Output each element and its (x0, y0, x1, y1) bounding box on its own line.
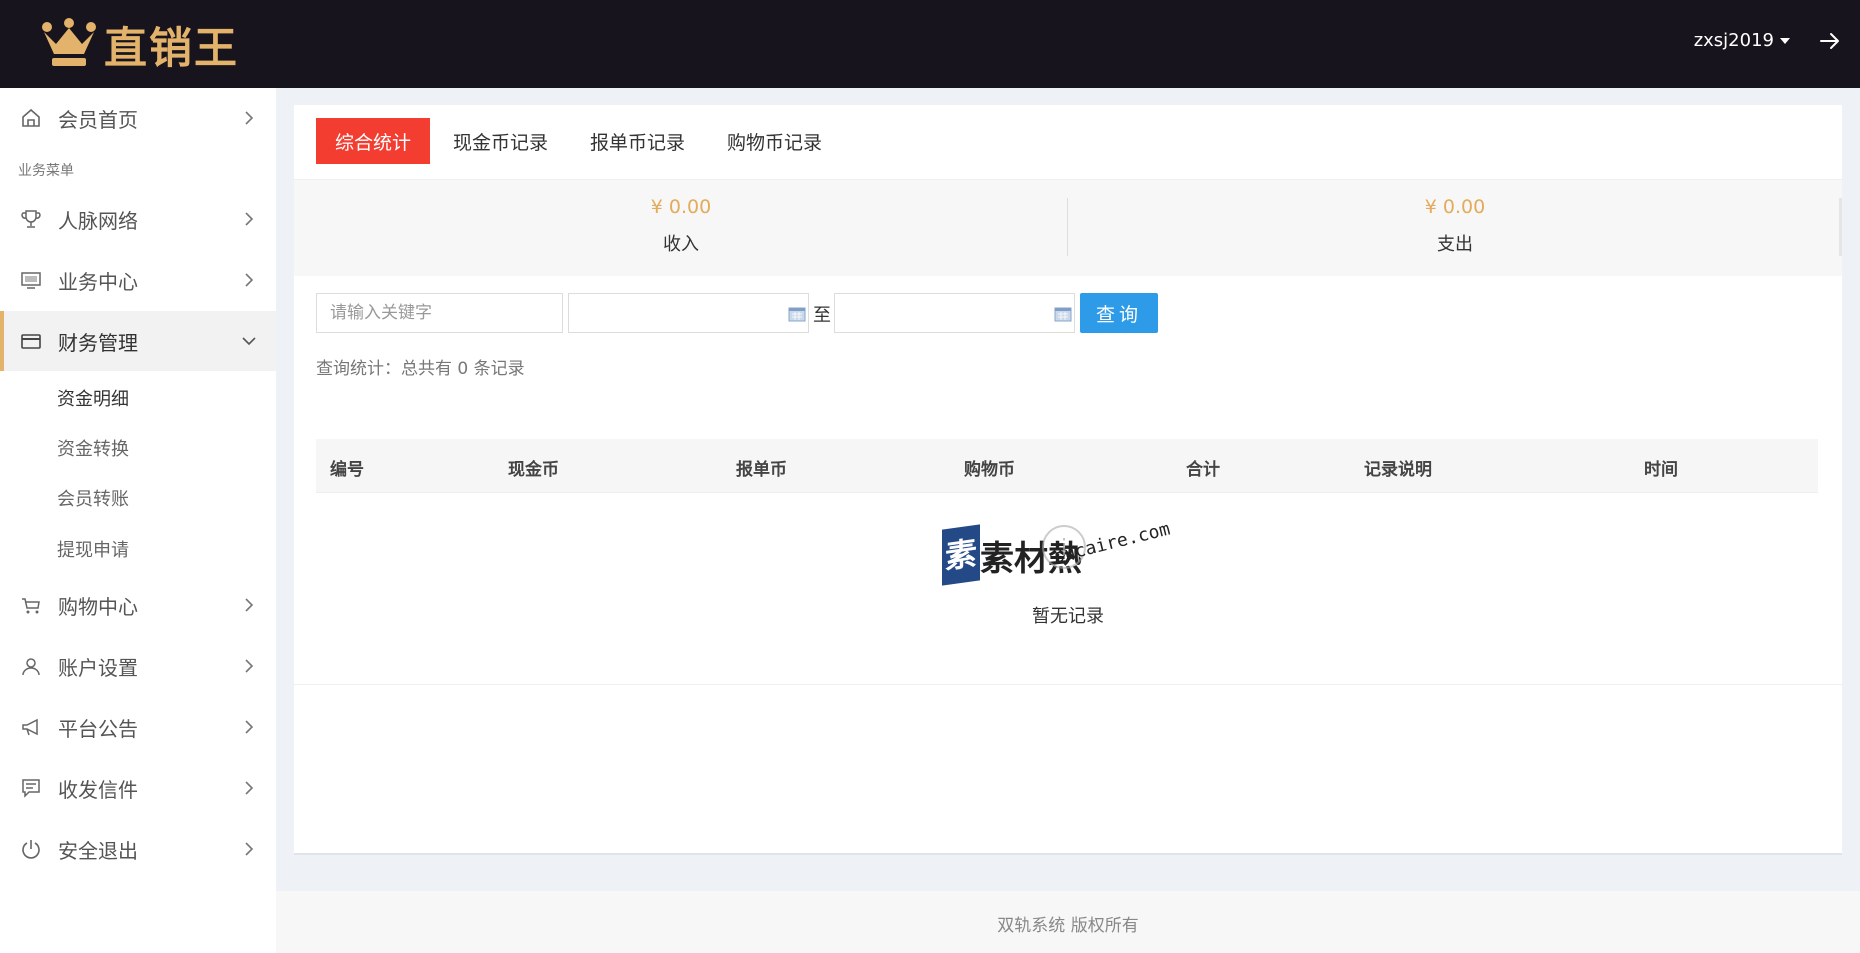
chevron-down-icon (242, 337, 256, 346)
megaphone-icon (22, 718, 38, 736)
query-button[interactable]: 查询 (1080, 293, 1158, 333)
sidebar-item-label: 业务中心 (58, 269, 138, 294)
sidebar-item-business[interactable]: 业务中心 (0, 250, 276, 310)
stats-bar: ¥ 0.00 收入 ¥ 0.00 支出 (294, 180, 1842, 276)
sidebar-subitem-member-transfer[interactable]: 会员转账 (57, 485, 129, 511)
power-icon (22, 840, 40, 859)
user-menu[interactable]: zxsj2019 (1694, 30, 1790, 51)
chevron-right-icon (245, 273, 254, 287)
sidebar-subitem-fund-detail[interactable]: 资金明细 (57, 385, 129, 411)
expense-label: 支出 (1437, 234, 1473, 255)
sidebar-item-messages[interactable]: 收发信件 (0, 758, 276, 818)
sidebar-item-label: 平台公告 (58, 716, 138, 741)
income-amount: ¥ 0.00 (650, 196, 712, 218)
watermark: 素 素材熱 i sucaire.com (942, 518, 1182, 593)
logo[interactable]: 直销王 (40, 16, 239, 74)
empty-state-text: 暂无记录 (1032, 606, 1104, 627)
expense-amount: ¥ 0.00 (1424, 196, 1486, 218)
chevron-right-icon (245, 720, 254, 734)
sidebar-item-home[interactable]: 会员首页 (0, 88, 276, 148)
column-header: 时间 (1644, 460, 1678, 480)
monitor-icon (21, 272, 41, 289)
cart-icon (22, 598, 40, 614)
sidebar-item-label: 会员首页 (58, 107, 138, 132)
sidebar-item-label: 收发信件 (58, 777, 138, 802)
top-bar: 直销王 zxsj2019 (0, 0, 1860, 88)
logo-text: 直销王 (104, 24, 239, 74)
sidebar-item-label: 财务管理 (58, 330, 138, 355)
arrow-right-icon[interactable] (1818, 29, 1842, 53)
filter-bar: 至 查询 (294, 293, 1842, 333)
tab-order-records[interactable]: 报单币记录 (571, 118, 704, 164)
caret-down-icon (1780, 37, 1790, 44)
crown-icon (42, 18, 96, 66)
calendar-icon[interactable] (788, 306, 806, 322)
column-header: 编号 (330, 460, 364, 480)
column-header: 报单币 (736, 460, 787, 480)
income-stat: ¥ 0.00 收入 (294, 196, 1068, 256)
chevron-right-icon (245, 111, 254, 125)
end-date-input[interactable] (834, 293, 1075, 333)
section-title: 业务菜单 (18, 163, 74, 179)
expense-stat: ¥ 0.00 支出 (1068, 196, 1842, 256)
sidebar-item-label: 账户设置 (58, 655, 138, 680)
username: zxsj2019 (1693, 30, 1774, 51)
chevron-right-icon (245, 598, 254, 612)
home-icon (22, 108, 40, 127)
table-header: 编号 现金币 报单币 购物币 合计 记录说明 时间 (316, 439, 1818, 493)
divider (1839, 198, 1842, 256)
sidebar-subitem-fund-convert[interactable]: 资金转换 (57, 435, 129, 461)
footer: 双轨系统 版权所有 (276, 891, 1860, 953)
tab-bar: 综合统计 现金币记录 报单币记录 购物币记录 (316, 118, 845, 164)
message-icon (22, 779, 40, 798)
main-panel: 综合统计 现金币记录 报单币记录 购物币记录 ¥ 0.00 收入 ¥ 0.00 … (294, 105, 1842, 855)
sidebar-item-label: 购物中心 (58, 594, 138, 619)
card-icon (21, 334, 41, 349)
divider (294, 684, 1842, 685)
tab-overview[interactable]: 综合统计 (316, 118, 431, 164)
tab-shopping-records[interactable]: 购物币记录 (708, 118, 841, 164)
chevron-right-icon (245, 659, 254, 673)
chevron-right-icon (245, 781, 254, 795)
column-header: 购物币 (964, 460, 1015, 480)
start-date-input[interactable] (568, 293, 809, 333)
query-summary: 查询统计：总共有 0 条记录 (316, 359, 525, 379)
sidebar-item-finance[interactable]: 财务管理 (0, 311, 276, 371)
calendar-icon[interactable] (1054, 306, 1072, 322)
sidebar-item-network[interactable]: 人脉网络 (0, 189, 276, 249)
tab-cash-records[interactable]: 现金币记录 (434, 118, 567, 164)
chevron-right-icon (245, 212, 254, 226)
user-icon (22, 658, 40, 676)
sidebar-subitem-withdraw[interactable]: 提现申请 (57, 536, 129, 562)
sidebar-item-label: 人脉网络 (58, 208, 138, 233)
watermark-logo: 素 (942, 524, 980, 586)
chevron-right-icon (245, 842, 254, 856)
keyword-input[interactable] (316, 293, 563, 333)
sidebar-item-announcement[interactable]: 平台公告 (0, 697, 276, 757)
sidebar-item-label: 安全退出 (58, 838, 138, 863)
sidebar-item-shopping[interactable]: 购物中心 (0, 575, 276, 635)
sidebar-item-logout[interactable]: 安全退出 (0, 819, 276, 879)
column-header: 现金币 (508, 460, 559, 480)
sidebar-item-account[interactable]: 账户设置 (0, 636, 276, 696)
income-label: 收入 (663, 234, 699, 255)
column-header: 合计 (1186, 460, 1220, 480)
sidebar: 会员首页 业务菜单 人脉网络 业务中心 财务管理 资金明细 资金转换 会员转账 … (0, 88, 276, 953)
column-header: 记录说明 (1364, 460, 1432, 480)
trophy-icon (21, 210, 41, 228)
range-to-label: 至 (813, 305, 831, 326)
